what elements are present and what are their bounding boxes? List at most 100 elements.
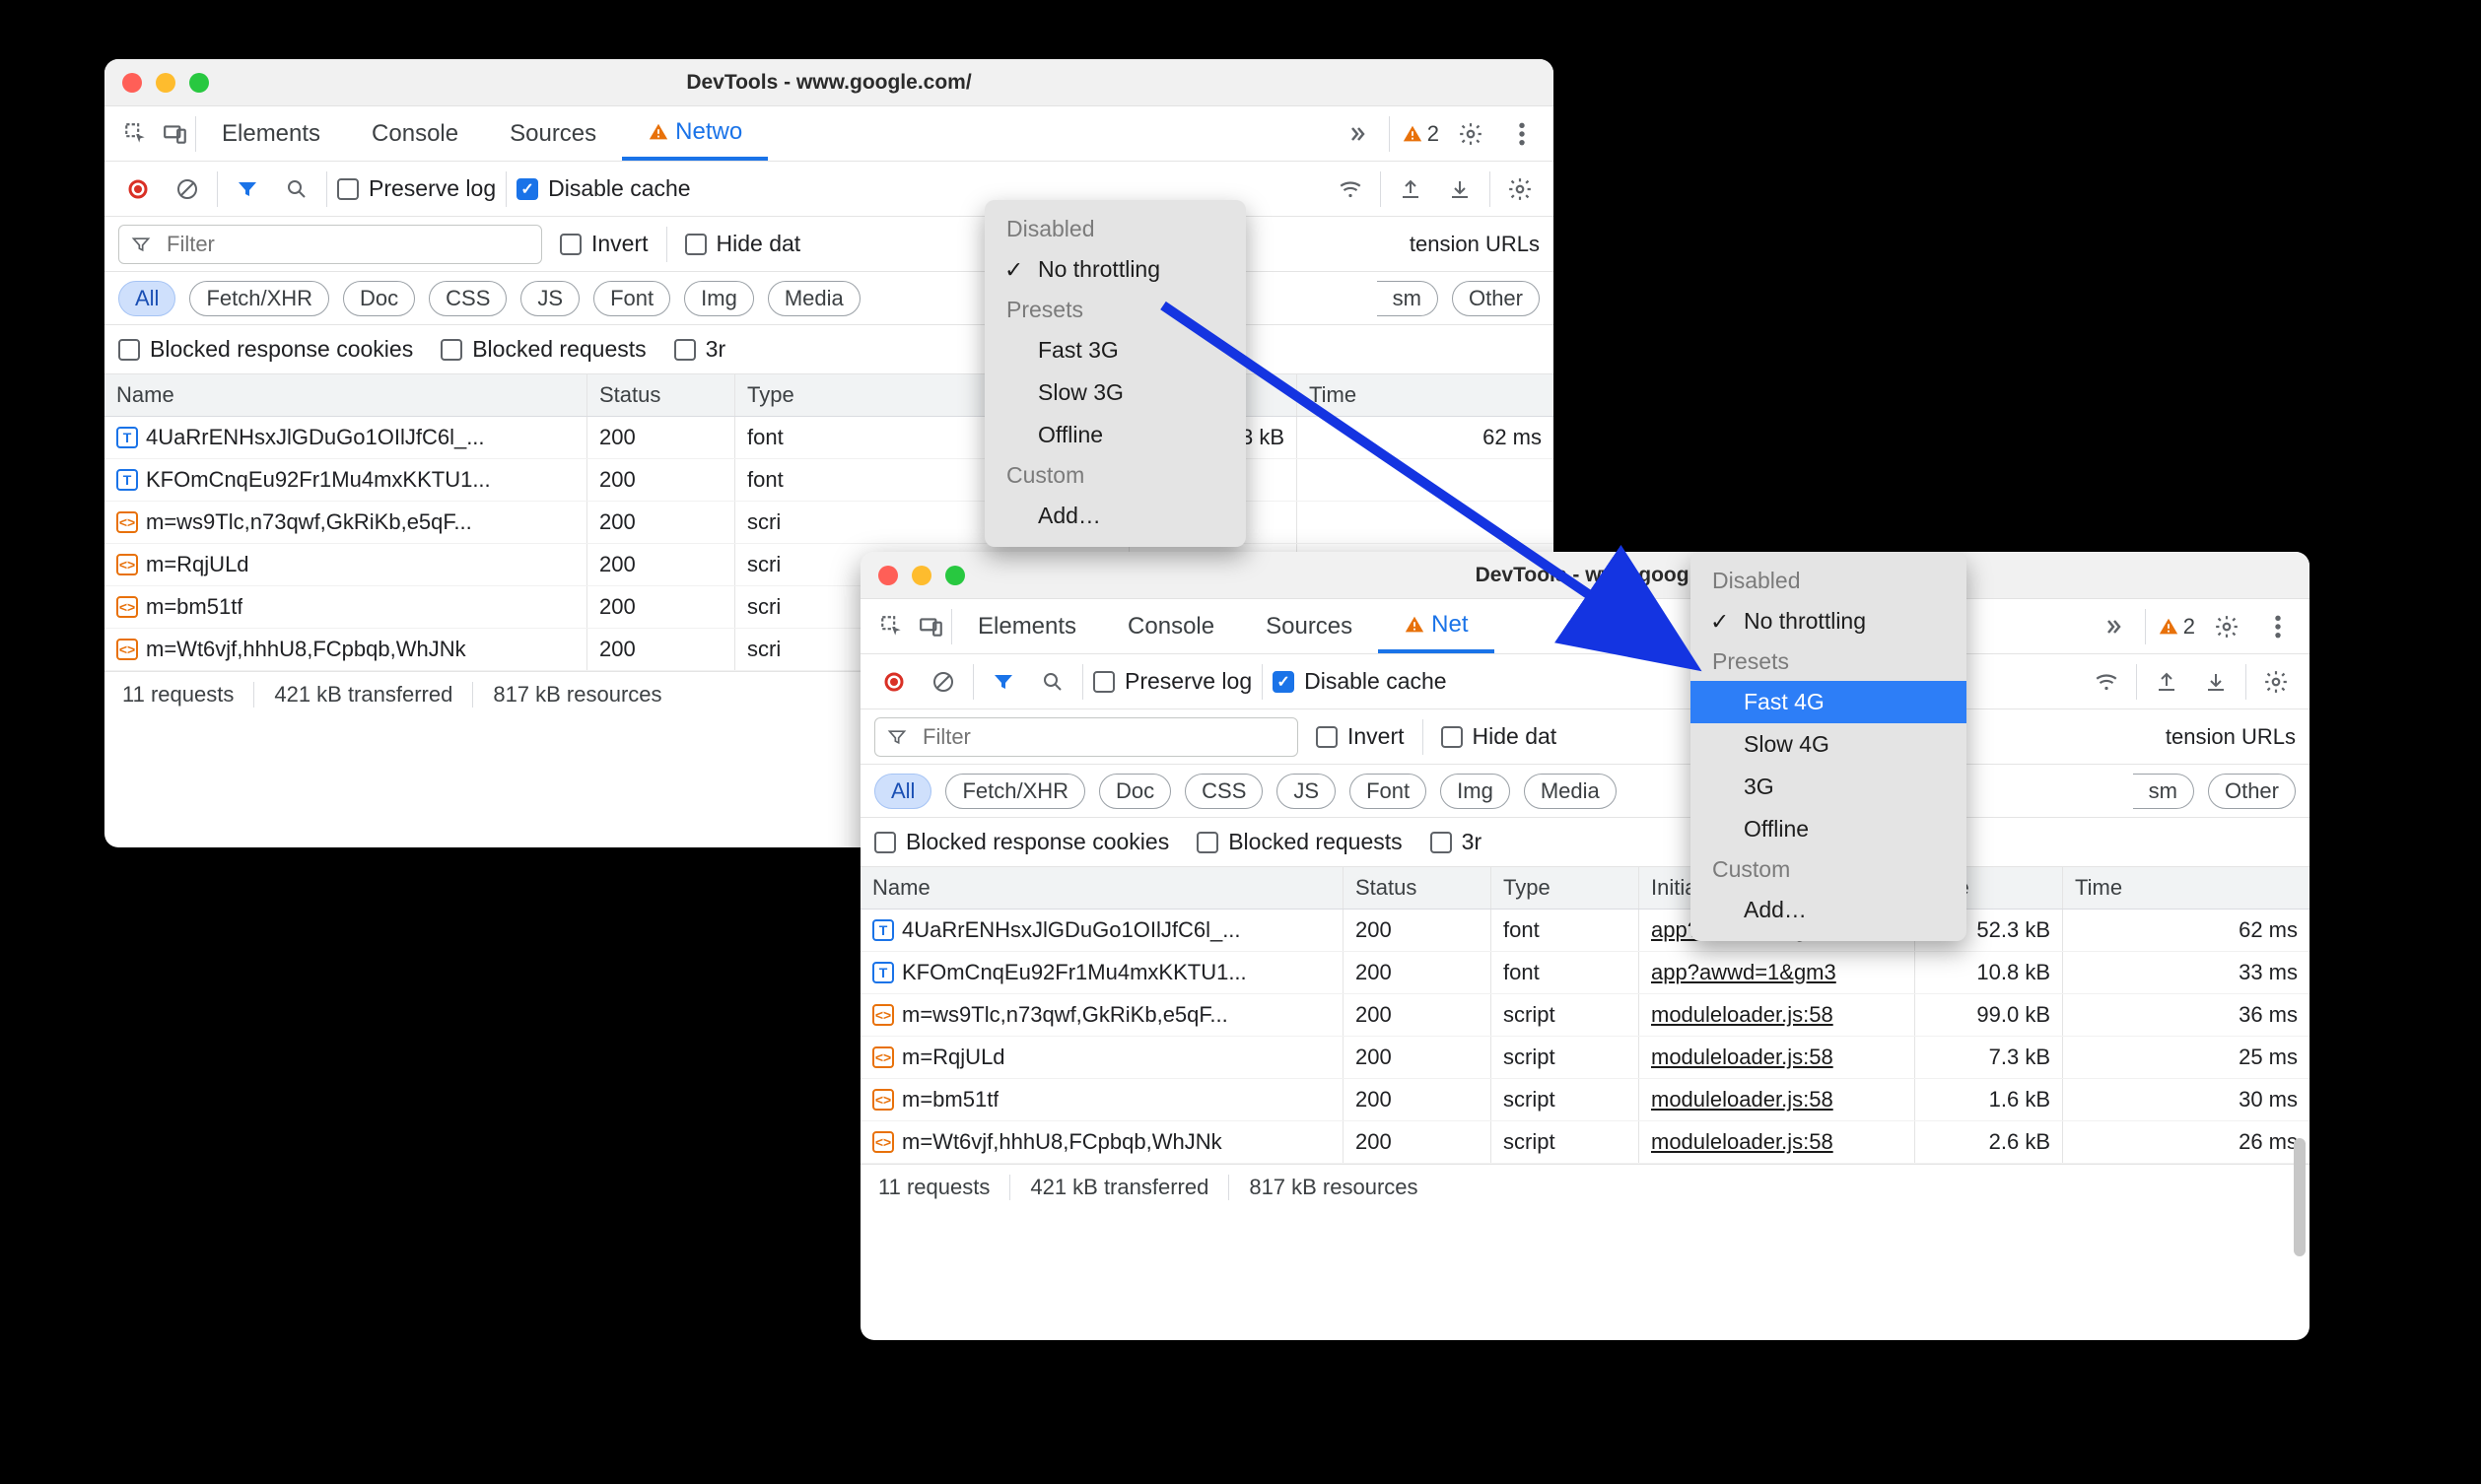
device-toolbar-icon[interactable] [912,607,951,646]
menu-item-no-throttling[interactable]: No throttling [985,248,1246,291]
type-wasm-partial[interactable]: sm [2133,774,2194,809]
type-media[interactable]: Media [1524,774,1617,809]
kebab-menu-icon[interactable] [1502,114,1542,154]
col-status[interactable]: Status [1344,867,1491,909]
col-type[interactable]: Type [1491,867,1639,909]
col-time[interactable]: Time [2063,867,2309,909]
tab-elements[interactable]: Elements [196,106,346,161]
cell-initiator[interactable]: app?awwd=1&gm3 [1639,952,1915,993]
type-css[interactable]: CSS [429,281,507,316]
col-name[interactable]: Name [861,867,1344,909]
minimize-window-button[interactable] [156,73,175,93]
type-img[interactable]: Img [1440,774,1510,809]
menu-item-offline[interactable]: Offline [1690,808,1966,850]
divider [1380,171,1381,207]
filter-text-field[interactable] [921,723,1285,751]
download-icon[interactable] [1440,169,1480,209]
gear-icon[interactable] [1451,114,1490,154]
upload-icon[interactable] [1391,169,1430,209]
blocked-requests-checkbox[interactable]: Blocked requests [441,336,646,363]
col-status[interactable]: Status [587,374,735,416]
type-js[interactable]: JS [520,281,580,316]
type-other[interactable]: Other [2208,774,2296,809]
device-toolbar-icon[interactable] [156,114,195,154]
table-row[interactable]: <>m=bm51tf200scriptmoduleloader.js:581.6… [861,1079,2309,1121]
blocked-requests-checkbox[interactable]: Blocked requests [1197,829,1402,855]
menu-item-add[interactable]: Add… [1690,889,1966,931]
font-resource-icon: T [872,919,894,941]
tab-console[interactable]: Console [346,106,484,161]
kebab-menu-icon[interactable] [2258,607,2298,646]
table-row[interactable]: <>m=Wt6vjf,hhhU8,FCpbqb,WhJNk200scriptmo… [861,1121,2309,1164]
inspect-element-icon[interactable] [116,114,156,154]
close-window-button[interactable] [122,73,142,93]
type-doc[interactable]: Doc [343,281,415,316]
search-icon[interactable] [277,169,316,209]
preserve-log-checkbox[interactable]: Preserve log [337,175,496,202]
type-all[interactable]: All [118,281,175,316]
cell-initiator[interactable]: moduleloader.js:58 [1639,1037,1915,1078]
filter-input[interactable] [118,225,542,264]
more-tabs-chevron-icon[interactable] [1338,114,1377,154]
wifi-throttling-icon[interactable] [2087,662,2126,702]
table-row[interactable]: <>m=RqjULd200scriptmoduleloader.js:587.3… [861,1037,2309,1079]
blocked-response-cookies-checkbox[interactable]: Blocked response cookies [874,829,1169,855]
scrollbar-thumb[interactable] [2294,1138,2306,1256]
clear-icon[interactable] [924,662,963,702]
type-doc[interactable]: Doc [1099,774,1171,809]
gear-icon[interactable] [2207,607,2246,646]
type-fetch-xhr[interactable]: Fetch/XHR [189,281,329,316]
filter-input[interactable] [874,717,1298,757]
warning-badge[interactable]: 2 [1402,121,1439,147]
type-fetch-xhr[interactable]: Fetch/XHR [945,774,1085,809]
zoom-window-button[interactable] [945,566,965,585]
search-icon[interactable] [1033,662,1072,702]
cell-initiator[interactable]: moduleloader.js:58 [1639,1121,1915,1163]
warning-badge[interactable]: 2 [2158,614,2195,640]
record-icon[interactable] [874,662,914,702]
menu-item-3g[interactable]: 3G [1690,766,1966,808]
cell-initiator[interactable]: moduleloader.js:58 [1639,994,1915,1036]
type-media[interactable]: Media [768,281,861,316]
wifi-throttling-icon[interactable] [1331,169,1370,209]
table-row[interactable]: TKFOmCnqEu92Fr1Mu4mxKKTU1...200fontapp?a… [861,952,2309,994]
download-icon[interactable] [2196,662,2236,702]
record-icon[interactable] [118,169,158,209]
hide-data-urls-checkbox[interactable]: Hide dat [685,231,801,257]
filter-icon[interactable] [228,169,267,209]
script-resource-icon: <> [872,1131,894,1153]
zoom-window-button[interactable] [189,73,209,93]
type-all[interactable]: All [874,774,931,809]
type-img[interactable]: Img [684,281,754,316]
filter-icon[interactable] [984,662,1023,702]
third-party-checkbox[interactable]: 3r [1430,829,1482,855]
type-font[interactable]: Font [1349,774,1426,809]
third-party-checkbox[interactable]: 3r [674,336,725,363]
tab-elements[interactable]: Elements [952,599,1102,653]
col-name[interactable]: Name [104,374,587,416]
blocked-response-cookies-checkbox[interactable]: Blocked response cookies [118,336,413,363]
filter-text-field[interactable] [165,231,529,258]
hide-data-urls-checkbox[interactable]: Hide dat [1441,723,1557,750]
cell-initiator[interactable]: moduleloader.js:58 [1639,1079,1915,1120]
close-window-button[interactable] [878,566,898,585]
more-tabs-chevron-icon[interactable] [2094,607,2133,646]
table-row[interactable]: T4UaRrENHsxJlGDuGo1OIlJfC6l_...200fontap… [861,910,2309,952]
type-font[interactable]: Font [593,281,670,316]
clear-icon[interactable] [168,169,207,209]
settings-gear-icon[interactable] [2256,662,2296,702]
disable-cache-checkbox[interactable]: Disable cache [517,175,690,202]
table-row[interactable]: <>m=ws9Tlc,n73qwf,GkRiKb,e5qF...200scrip… [861,994,2309,1037]
tab-network[interactable]: Netwo [622,106,768,161]
upload-icon[interactable] [2147,662,2186,702]
type-css[interactable]: CSS [1185,774,1263,809]
invert-checkbox[interactable]: Invert [560,231,649,257]
inspect-element-icon[interactable] [872,607,912,646]
invert-checkbox[interactable]: Invert [1316,723,1405,750]
minimize-window-button[interactable] [912,566,931,585]
menu-item-slow-4g[interactable]: Slow 4G [1690,723,1966,766]
font-resource-icon: T [116,427,138,448]
tab-sources[interactable]: Sources [484,106,622,161]
type-js[interactable]: JS [1276,774,1336,809]
settings-gear-icon[interactable] [1500,169,1540,209]
